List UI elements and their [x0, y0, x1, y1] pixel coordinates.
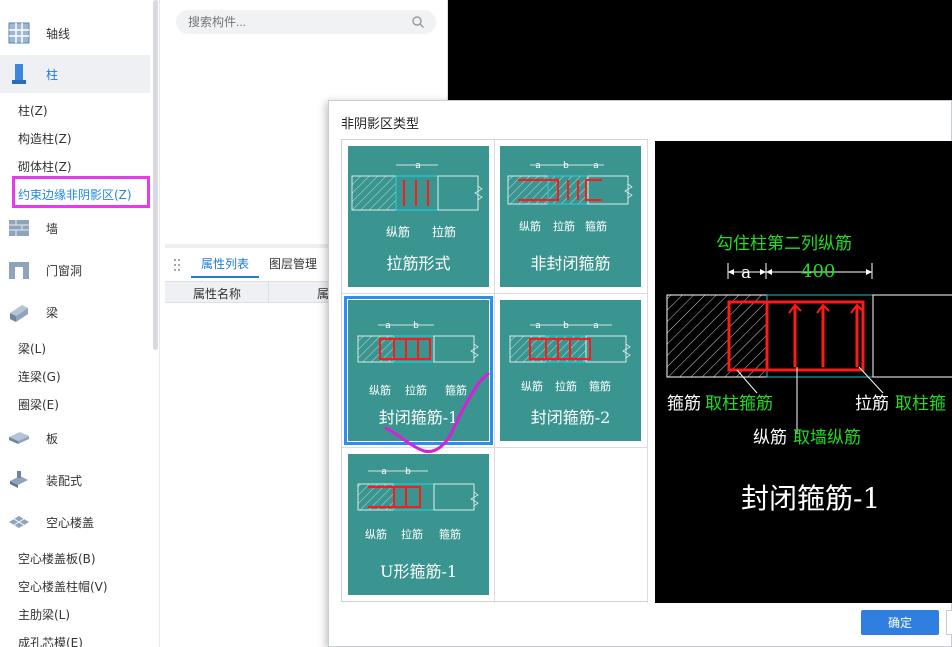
column-header-name: 属性名称 [193, 287, 242, 301]
category-label: 门窗洞 [46, 263, 83, 278]
wall-icon [9, 220, 29, 236]
tile-open-stirrup[interactable]: a b a 纵筋 拉筋 箍筋 非封闭箍筋 [500, 146, 641, 287]
tile-u-stirrup-1[interactable]: a b 纵筋 拉筋 箍筋 U形箍筋-1 [348, 454, 489, 595]
tile-closed-stirrup-2[interactable]: a b a 纵筋 拉筋 箍筋 封闭箍筋-2 [500, 300, 641, 441]
highlight-annotation-box [12, 176, 150, 208]
tab-property-list[interactable]: 属性列表 [191, 252, 260, 278]
grid-line [342, 293, 647, 294]
category-label: 轴线 [46, 26, 71, 41]
tile-tie-bar-form[interactable]: a 纵筋 拉筋 拉筋形式 [348, 146, 489, 287]
cancel-button[interactable] [946, 610, 952, 635]
category-beam[interactable]: 梁 [0, 293, 150, 331]
prefab-icon [10, 471, 28, 488]
column-item-structural-column[interactable]: 构造柱(Z) [18, 130, 72, 147]
non-shadow-zone-type-dialog: 非阴影区类型 a 纵筋 拉筋 拉筋形式 a b a 纵筋 拉筋 箍筋 非封闭箍筋… [328, 100, 952, 647]
preview-label-long: 纵筋 [753, 428, 787, 448]
sidebar-scrollbar[interactable] [153, 0, 158, 350]
preview-title: 封闭箍筋-1 [741, 482, 881, 515]
column-item-column[interactable]: 柱(Z) [18, 102, 48, 119]
tile-closed-stirrup-1[interactable]: a b 纵筋 拉筋 箍筋 封闭箍筋-1 [344, 296, 493, 445]
preview-label-long-value: 取墙纵筋 [793, 428, 861, 448]
column-divider[interactable] [268, 282, 269, 302]
preview-diagram: 勾住柱第二列纵筋 a 400 箍筋 取柱箍筋 拉筋 取柱箍 纵筋 取墙纵筋 [666, 234, 952, 448]
preview-dim-a: a [741, 263, 751, 283]
category-prefab[interactable]: 装配式 [0, 461, 150, 499]
category-label: 柱 [46, 67, 59, 82]
beam-item-ring-beam[interactable]: 圈梁(E) [18, 396, 59, 413]
component-sidebar: 轴线 柱 柱(Z) 构造柱(Z) 砌体柱(Z) 约束边缘非阴影区(Z) 墙 门窗… [0, 0, 160, 647]
preview-label-hoop: 箍筋 [667, 394, 701, 414]
category-hollow-floor[interactable]: 空心楼盖 [0, 503, 150, 541]
door-window-icon [9, 262, 29, 279]
category-slab[interactable]: 板 [0, 419, 150, 457]
type-tile-grid: a 纵筋 拉筋 拉筋形式 a b a 纵筋 拉筋 箍筋 非封闭箍筋 a b 纵筋… [341, 139, 648, 603]
slab-icon [9, 432, 29, 444]
hollow-floor-icon [9, 516, 29, 528]
category-label: 装配式 [46, 473, 83, 488]
hollow-item-core-mold[interactable]: 成孔芯模(E) [18, 634, 83, 647]
beam-item-coupling-beam[interactable]: 连梁(G) [18, 368, 61, 385]
beam-icon [10, 305, 28, 322]
type-preview-panel: 勾住柱第二列纵筋 a 400 箍筋 取柱箍筋 拉筋 取柱箍 纵筋 取墙纵筋 封闭… [655, 141, 952, 603]
cad-drawing-canvas[interactable] [448, 0, 952, 100]
drag-grip-icon[interactable] [173, 257, 181, 273]
beam-item-beam[interactable]: 梁(L) [18, 340, 46, 357]
grid-line [342, 447, 647, 448]
preview-label-hoop-value: 取柱箍筋 [705, 394, 773, 414]
tile-name: 封闭箍筋-1 [378, 408, 459, 427]
dialog-title: 非阴影区类型 [341, 117, 420, 132]
preview-dim-value: 400 [801, 261, 835, 282]
search-icon[interactable] [411, 15, 425, 29]
grid-line [647, 140, 648, 603]
grid-axis-icon [8, 22, 30, 44]
category-label: 板 [46, 431, 59, 446]
search-input[interactable] [176, 10, 436, 34]
column-icon [12, 64, 26, 84]
category-label: 墙 [46, 221, 59, 236]
category-door-window[interactable]: 门窗洞 [0, 251, 150, 289]
category-label: 空心楼盖 [46, 515, 95, 530]
category-column[interactable]: 柱 [0, 55, 150, 93]
hollow-item-slab[interactable]: 空心楼盖板(B) [18, 550, 96, 567]
category-wall[interactable]: 墙 [0, 209, 150, 247]
grid-line [494, 140, 495, 603]
tile-name: 封闭箍筋-2 [530, 408, 611, 427]
preview-top-note: 勾住柱第二列纵筋 [716, 234, 852, 254]
hollow-item-main-rib-beam[interactable]: 主肋梁(L) [18, 606, 70, 623]
preview-label-tie: 拉筋 [855, 394, 889, 414]
category-label: 梁 [46, 305, 59, 320]
hollow-item-column-cap[interactable]: 空心楼盖柱帽(V) [18, 578, 108, 595]
column-item-masonry-column[interactable]: 砌体柱(Z) [18, 158, 72, 175]
category-axis[interactable]: 轴线 [0, 14, 150, 52]
tile-name: U形箍筋-1 [379, 562, 458, 581]
ok-button[interactable]: 确定 [861, 610, 939, 635]
tab-layer-management[interactable]: 图层管理 [259, 252, 327, 278]
tile-name: 拉筋形式 [386, 254, 451, 273]
preview-label-tie-value: 取柱箍 [895, 394, 946, 414]
tile-name: 非封闭箍筋 [530, 254, 611, 273]
